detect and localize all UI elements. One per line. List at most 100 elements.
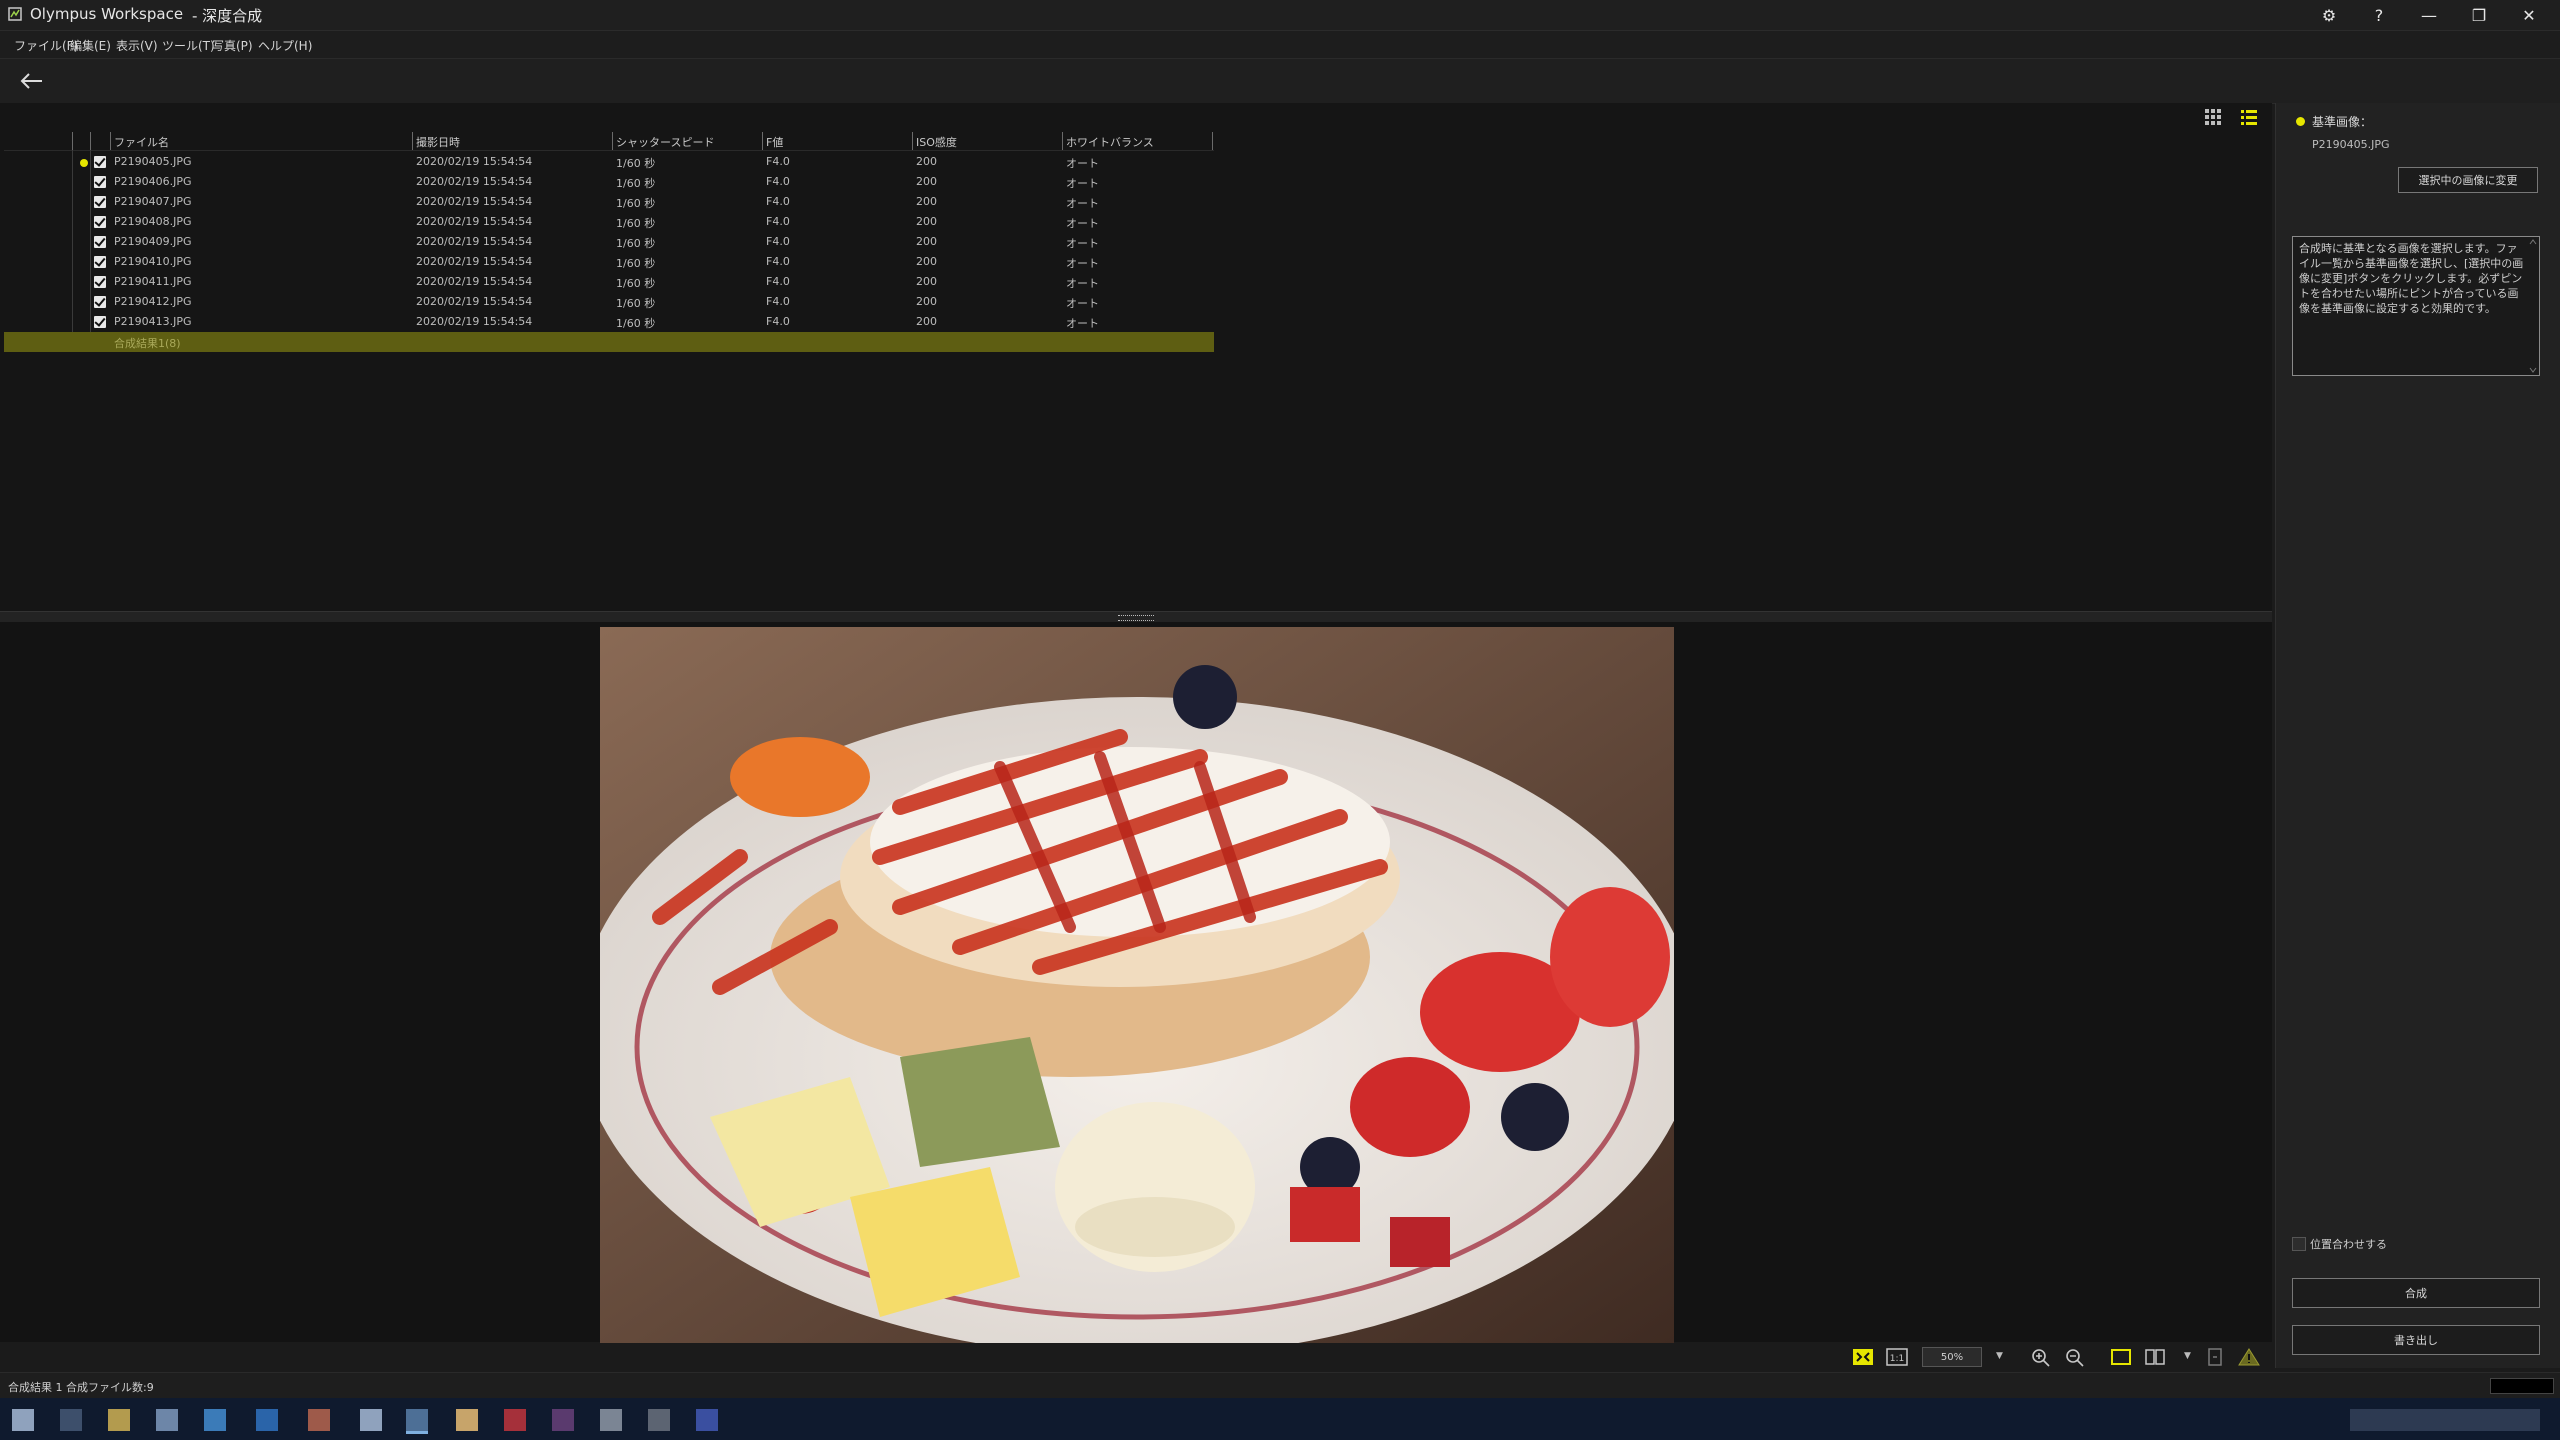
row-checkbox[interactable] (94, 236, 106, 248)
cell-fvalue: F4.0 (766, 155, 790, 168)
taskbar-app-icon[interactable] (504, 1409, 526, 1431)
compare-view-icon[interactable] (2144, 1347, 2166, 1367)
list-view-icon[interactable] (2240, 108, 2258, 126)
cell-wb: オート (1066, 277, 1099, 290)
menu-edit[interactable]: 編集(E) (70, 37, 111, 54)
help-icon[interactable]: ? (2354, 0, 2404, 30)
svg-text:1:1: 1:1 (1890, 1354, 1904, 1364)
cell-fvalue: F4.0 (766, 295, 790, 308)
taskbar-app-icon-active[interactable] (406, 1409, 428, 1434)
taskbar-app-icon[interactable] (256, 1409, 278, 1431)
taskbar-app-icon[interactable] (360, 1409, 382, 1431)
preview-toolbar: 1:1 50% ▼ ▼ (1848, 1343, 2272, 1371)
zoom-in-icon[interactable] (2030, 1347, 2052, 1367)
header-iso[interactable]: ISO感度 (916, 134, 957, 150)
table-row[interactable]: P2190408.JPG 2020/02/19 15:54:54 1/60 秒 … (4, 212, 1214, 232)
menu-tools[interactable]: ツール(T) (162, 37, 215, 54)
settings-gear-icon[interactable]: ⚙ (2304, 0, 2354, 30)
taskbar-app-icon[interactable] (156, 1409, 178, 1431)
cell-filename: P2190413.JPG (114, 315, 192, 328)
cell-wb: オート (1066, 237, 1099, 250)
table-row[interactable]: P2190406.JPG 2020/02/19 15:54:54 1/60 秒 … (4, 172, 1214, 192)
taskbar-app-icon[interactable] (600, 1409, 622, 1431)
header-date[interactable]: 撮影日時 (416, 134, 460, 150)
compose-button[interactable]: 合成 (2292, 1278, 2540, 1308)
taskbar-app-icon[interactable] (648, 1409, 670, 1431)
system-tray[interactable] (2350, 1409, 2540, 1431)
menu-photo[interactable]: 写真(P) (212, 37, 253, 54)
taskbar-app-icon[interactable] (60, 1409, 82, 1431)
cell-shutter: 1/60 秒 (616, 177, 656, 190)
menu-view[interactable]: 表示(V) (116, 37, 158, 54)
align-checkbox[interactable] (2292, 1237, 2306, 1251)
zoom-dropdown-chevron-icon[interactable]: ▼ (1996, 1351, 2003, 1371)
grid-view-icon[interactable] (2204, 108, 2222, 126)
cell-shutter: 1/60 秒 (616, 257, 656, 270)
result-row[interactable]: 合成結果1(8) (4, 332, 1214, 352)
cell-shutter: 1/60 秒 (616, 277, 656, 290)
single-view-icon[interactable] (2110, 1347, 2132, 1367)
taskbar-app-icon[interactable] (456, 1409, 478, 1431)
help-scrollbar[interactable] (2528, 238, 2538, 374)
row-checkbox[interactable] (94, 216, 106, 228)
row-checkbox[interactable] (94, 256, 106, 268)
taskbar-app-icon[interactable] (108, 1409, 130, 1431)
taskbar-app-icon[interactable] (552, 1409, 574, 1431)
row-checkbox[interactable] (94, 276, 106, 288)
table-row[interactable]: P2190409.JPG 2020/02/19 15:54:54 1/60 秒 … (4, 232, 1214, 252)
back-arrow-icon[interactable] (14, 67, 48, 95)
cell-date: 2020/02/19 15:54:54 (416, 195, 533, 208)
close-icon[interactable]: ✕ (2504, 0, 2554, 30)
row-checkbox[interactable] (94, 196, 106, 208)
cell-fvalue: F4.0 (766, 315, 790, 328)
cell-iso: 200 (916, 215, 937, 228)
zoom-out-icon[interactable] (2064, 1347, 2086, 1367)
menu-file[interactable]: ファイル(F) (14, 37, 78, 54)
base-image-indicator (80, 159, 88, 167)
export-button[interactable]: 書き出し (2292, 1325, 2540, 1355)
splitter-grip-icon[interactable] (1118, 615, 1154, 621)
row-checkbox[interactable] (94, 176, 106, 188)
status-indicator (2490, 1378, 2554, 1394)
minimize-icon[interactable]: — (2404, 0, 2454, 30)
taskbar-app-icon[interactable] (308, 1409, 330, 1431)
cell-wb: オート (1066, 197, 1099, 210)
focus-peaking-icon[interactable] (2204, 1347, 2226, 1367)
cell-iso: 200 (916, 315, 937, 328)
taskbar-app-icon[interactable] (696, 1409, 718, 1431)
menu-help[interactable]: ヘルプ(H) (258, 37, 312, 54)
header-wb[interactable]: ホワイトバランス (1066, 134, 1154, 150)
cell-date: 2020/02/19 15:54:54 (416, 175, 533, 188)
row-checkbox[interactable] (94, 316, 106, 328)
cell-filename: P2190408.JPG (114, 215, 192, 228)
taskbar-app-icon[interactable] (12, 1409, 34, 1431)
cell-iso: 200 (916, 235, 937, 248)
os-taskbar (0, 1398, 2560, 1440)
table-row[interactable]: P2190412.JPG 2020/02/19 15:54:54 1/60 秒 … (4, 292, 1214, 312)
cell-shutter: 1/60 秒 (616, 237, 656, 250)
cell-iso: 200 (916, 195, 937, 208)
restore-icon[interactable]: ❐ (2454, 0, 2504, 30)
table-row[interactable]: P2190413.JPG 2020/02/19 15:54:54 1/60 秒 … (4, 312, 1214, 332)
change-base-image-button[interactable]: 選択中の画像に変更 (2398, 167, 2538, 193)
cell-fvalue: F4.0 (766, 195, 790, 208)
table-row[interactable]: P2190410.JPG 2020/02/19 15:54:54 1/60 秒 … (4, 252, 1214, 272)
cell-filename: P2190410.JPG (114, 255, 192, 268)
app-title: Olympus Workspace (30, 5, 184, 23)
header-fvalue[interactable]: F値 (766, 134, 783, 150)
row-checkbox[interactable] (94, 296, 106, 308)
row-checkbox[interactable] (94, 156, 106, 168)
actual-size-icon[interactable]: 1:1 (1886, 1347, 1908, 1367)
taskbar-app-icon[interactable] (204, 1409, 226, 1431)
table-row[interactable]: P2190405.JPG 2020/02/19 15:54:54 1/60 秒 … (4, 152, 1214, 172)
table-row[interactable]: P2190411.JPG 2020/02/19 15:54:54 1/60 秒 … (4, 272, 1214, 292)
header-filename[interactable]: ファイル名 (114, 134, 169, 150)
table-row[interactable]: P2190407.JPG 2020/02/19 15:54:54 1/60 秒 … (4, 192, 1214, 212)
zoom-level-field[interactable]: 50% (1922, 1347, 1982, 1367)
compare-dropdown-chevron-icon[interactable]: ▼ (2184, 1351, 2191, 1371)
cell-date: 2020/02/19 15:54:54 (416, 295, 533, 308)
cell-iso: 200 (916, 255, 937, 268)
fit-to-screen-icon[interactable] (1852, 1347, 1874, 1367)
header-shutter[interactable]: シャッタースピード (616, 134, 714, 150)
warning-highlight-icon[interactable] (2238, 1347, 2260, 1367)
